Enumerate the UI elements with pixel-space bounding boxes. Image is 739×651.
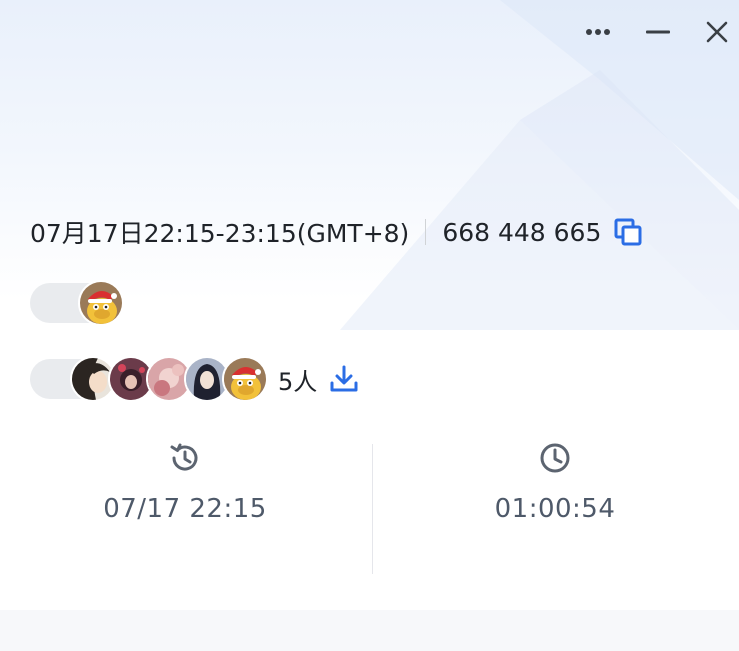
- close-icon: [706, 21, 728, 43]
- meeting-id: 668 448 665: [442, 217, 602, 247]
- copy-icon: [614, 218, 642, 246]
- close-button[interactable]: [701, 16, 733, 48]
- meeting-info-row: 07月17日22:15-23:15(GMT+8) 668 448 665: [30, 212, 643, 252]
- clock-icon: [540, 443, 570, 473]
- download-icon: [330, 365, 358, 392]
- avatar[interactable]: [222, 356, 268, 402]
- copy-meeting-id-button[interactable]: [613, 217, 643, 247]
- meeting-stats: 07/17 22:15 01:00:54: [0, 440, 739, 580]
- initiator-row: [30, 280, 136, 326]
- duration-value: 01:00:54: [494, 494, 616, 524]
- more-horizontal-icon: [586, 29, 610, 35]
- meeting-time-range: 07月17日22:15-23:15(GMT+8): [30, 219, 410, 248]
- last-join-stat: 07/17 22:15: [0, 440, 370, 540]
- meeting-details-window: 07月17日22:15-23:15(GMT+8) 668 448 665 5人 …: [0, 0, 739, 651]
- history-icon: [170, 443, 198, 471]
- avatar[interactable]: [78, 280, 124, 326]
- title-bar: [0, 0, 739, 66]
- participant-avatars: [70, 356, 268, 402]
- initiator-avatars: [78, 280, 124, 326]
- participants-row: 5人: [30, 356, 359, 402]
- more-button[interactable]: [582, 16, 614, 48]
- download-participants-button[interactable]: [329, 364, 359, 394]
- participant-count: 5人: [278, 367, 318, 396]
- info-divider: [425, 219, 427, 245]
- last-join-value: 07/17 22:15: [103, 494, 267, 524]
- minimize-icon: [646, 30, 670, 34]
- minimize-button[interactable]: [642, 16, 674, 48]
- duration-stat: 01:00:54: [370, 440, 739, 540]
